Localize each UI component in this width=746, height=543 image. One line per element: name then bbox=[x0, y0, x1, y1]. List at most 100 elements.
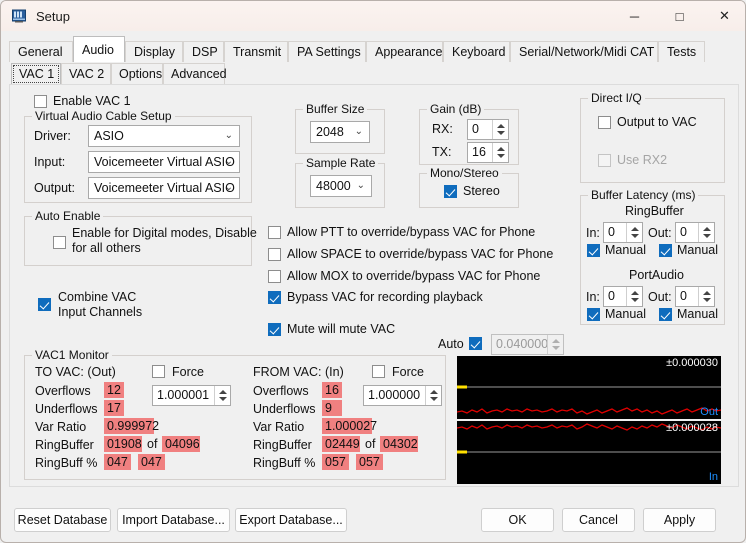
use-rx2-checkbox[interactable] bbox=[598, 154, 611, 167]
output-to-vac-checkbox[interactable] bbox=[598, 116, 611, 129]
from-vac-force-checkbox[interactable] bbox=[372, 365, 385, 378]
driver-label: Driver: bbox=[34, 129, 71, 143]
input-combobox[interactable]: Voicemeeter Virtual ASIO ⌄ bbox=[88, 151, 240, 173]
output-combobox[interactable]: Voicemeeter Virtual ASIO ⌄ bbox=[88, 177, 240, 199]
use-rx2-label: Use RX2 bbox=[617, 153, 668, 167]
spinner-arrows[interactable] bbox=[214, 386, 230, 405]
spinner-arrows[interactable] bbox=[626, 223, 642, 242]
tab-appearance[interactable]: Appearance bbox=[366, 41, 443, 62]
vac1-page: Enable VAC 1 Virtual Audio Cable Setup D… bbox=[9, 84, 739, 487]
mute-will-mute-vac-checkbox[interactable] bbox=[268, 323, 281, 336]
combine-vac-label-line2: Input Channels bbox=[58, 305, 143, 319]
combine-vac-input-channels-checkbox[interactable] bbox=[38, 298, 51, 311]
import-database-button[interactable]: Import Database... bbox=[117, 508, 230, 532]
buffer-size-combobox[interactable]: 2048 ⌄ bbox=[310, 121, 370, 143]
tab-dsp[interactable]: DSP bbox=[183, 41, 224, 62]
auto-value: 0.040000 bbox=[496, 337, 549, 351]
spinner-arrows[interactable] bbox=[698, 223, 714, 242]
ok-button[interactable]: OK bbox=[481, 508, 554, 532]
gain-tx-label: TX: bbox=[432, 145, 452, 159]
from-vac-of-label: of bbox=[365, 437, 376, 451]
apply-button[interactable]: Apply bbox=[643, 508, 716, 532]
ringbuffer-out-manual-checkbox[interactable] bbox=[659, 244, 672, 257]
tab-tests[interactable]: Tests bbox=[658, 41, 705, 62]
buffer-size-group: Buffer Size 2048 ⌄ bbox=[295, 102, 385, 154]
spinner-arrows[interactable] bbox=[492, 143, 508, 162]
bypass-vac-recording-checkbox[interactable] bbox=[268, 291, 281, 304]
tab-transmit[interactable]: Transmit bbox=[224, 41, 288, 62]
minimize-button[interactable]: ─ bbox=[612, 1, 657, 31]
portaudio-in-manual-checkbox[interactable] bbox=[587, 308, 600, 321]
auto-checkbox[interactable] bbox=[469, 337, 482, 350]
driver-combobox[interactable]: ASIO ⌄ bbox=[88, 125, 240, 147]
chevron-down-icon: ⌄ bbox=[354, 126, 363, 137]
gain-tx-spinner[interactable]: 16 bbox=[467, 142, 509, 163]
ringbuffer-out-spinner[interactable]: 0 bbox=[675, 222, 715, 243]
auto-enable-label-line1: Enable for Digital modes, Disable bbox=[72, 226, 257, 240]
tab-vac-2[interactable]: VAC 2 bbox=[61, 63, 111, 85]
portaudio-out-spinner[interactable]: 0 bbox=[675, 286, 715, 307]
allow-ptt-label: Allow PTT to override/bypass VAC for Pho… bbox=[287, 225, 536, 239]
from-vac-ratio-value: 1.000000 bbox=[368, 388, 421, 402]
scope-in[interactable]: ±0.000028 In bbox=[457, 421, 721, 484]
spinner-arrows[interactable] bbox=[698, 287, 714, 306]
from-vac-ratio-spinner[interactable]: 1.000000 bbox=[363, 385, 442, 406]
close-button[interactable]: ✕ bbox=[702, 1, 745, 31]
buffer-size-value: 2048 bbox=[316, 125, 344, 139]
direct-iq-group: Direct I/Q Output to VAC Use RX2 bbox=[580, 91, 725, 183]
gain-rx-spinner[interactable]: 0 bbox=[467, 119, 509, 140]
buffer-size-legend: Buffer Size bbox=[303, 102, 368, 116]
tab-options[interactable]: Options bbox=[111, 63, 163, 85]
scope-in-amplitude: ±0.000028 bbox=[666, 422, 718, 434]
portaudio-in-spinner[interactable]: 0 bbox=[603, 286, 643, 307]
sample-rate-combobox[interactable]: 48000 ⌄ bbox=[310, 175, 372, 197]
enable-vac-1-checkbox[interactable] bbox=[34, 95, 47, 108]
output-to-vac-label: Output to VAC bbox=[617, 115, 697, 129]
spinner-arrows[interactable] bbox=[547, 335, 563, 354]
scope-out[interactable]: ±0.000030 Out bbox=[457, 356, 721, 419]
reset-database-button[interactable]: Reset Database bbox=[14, 508, 111, 532]
portaudio-out-manual-checkbox[interactable] bbox=[659, 308, 672, 321]
input-value: Voicemeeter Virtual ASIO bbox=[94, 155, 235, 169]
tab-audio[interactable]: Audio bbox=[73, 36, 125, 62]
ringbuffer-in-spinner[interactable]: 0 bbox=[603, 222, 643, 243]
cancel-button[interactable]: Cancel bbox=[562, 508, 635, 532]
auto-value-spinner[interactable]: 0.040000 bbox=[491, 334, 564, 355]
export-database-button[interactable]: Export Database... bbox=[235, 508, 347, 532]
allow-mox-checkbox[interactable] bbox=[268, 270, 281, 283]
spinner-arrows[interactable] bbox=[492, 120, 508, 139]
chevron-down-icon: ⌄ bbox=[224, 130, 233, 141]
to-vac-ringbuffer-max: 04096 bbox=[162, 436, 200, 452]
spinner-arrows[interactable] bbox=[425, 386, 441, 405]
auto-enable-legend: Auto Enable bbox=[32, 209, 104, 223]
spinner-arrows[interactable] bbox=[626, 287, 642, 306]
auto-enable-digital-checkbox[interactable] bbox=[53, 236, 66, 249]
auto-enable-label-line2: for all others bbox=[72, 241, 141, 255]
title-bar: Setup ─ □ ✕ bbox=[1, 1, 745, 31]
tab-keyboard[interactable]: Keyboard bbox=[443, 41, 510, 62]
to-vac-force-checkbox[interactable] bbox=[152, 365, 165, 378]
ringbuffer-out-label: Out: bbox=[648, 226, 672, 240]
allow-ptt-checkbox[interactable] bbox=[268, 226, 281, 239]
to-vac-ratio-spinner[interactable]: 1.000001 bbox=[152, 385, 231, 406]
output-value: Voicemeeter Virtual ASIO bbox=[94, 181, 235, 195]
tab-pa-settings[interactable]: PA Settings bbox=[288, 41, 366, 62]
tab-general[interactable]: General bbox=[9, 41, 73, 62]
tab-vac-1[interactable]: VAC 1 bbox=[11, 63, 61, 85]
to-vac-varratio-value: 0.999972 bbox=[104, 418, 159, 434]
chevron-down-icon: ⌄ bbox=[224, 182, 233, 193]
from-vac-ringbuffpct-label: RingBuff % bbox=[253, 456, 316, 470]
from-vac-force-label: Force bbox=[392, 365, 424, 379]
tab-display[interactable]: Display bbox=[125, 41, 183, 62]
ringbuffer-out-value: 0 bbox=[680, 225, 687, 239]
tab-serial-network-midi-cat[interactable]: Serial/Network/Midi CAT bbox=[510, 41, 658, 62]
ringbuffer-in-value: 0 bbox=[608, 225, 615, 239]
chevron-down-icon: ⌄ bbox=[356, 180, 365, 191]
sample-rate-group: Sample Rate 48000 ⌄ bbox=[295, 156, 385, 208]
ringbuffer-in-manual-checkbox[interactable] bbox=[587, 244, 600, 257]
maximize-button[interactable]: □ bbox=[657, 1, 702, 31]
tab-advanced[interactable]: Advanced bbox=[163, 63, 227, 85]
ringbuffer-in-manual-label: Manual bbox=[605, 243, 646, 257]
stereo-checkbox[interactable] bbox=[444, 185, 457, 198]
allow-space-checkbox[interactable] bbox=[268, 248, 281, 261]
